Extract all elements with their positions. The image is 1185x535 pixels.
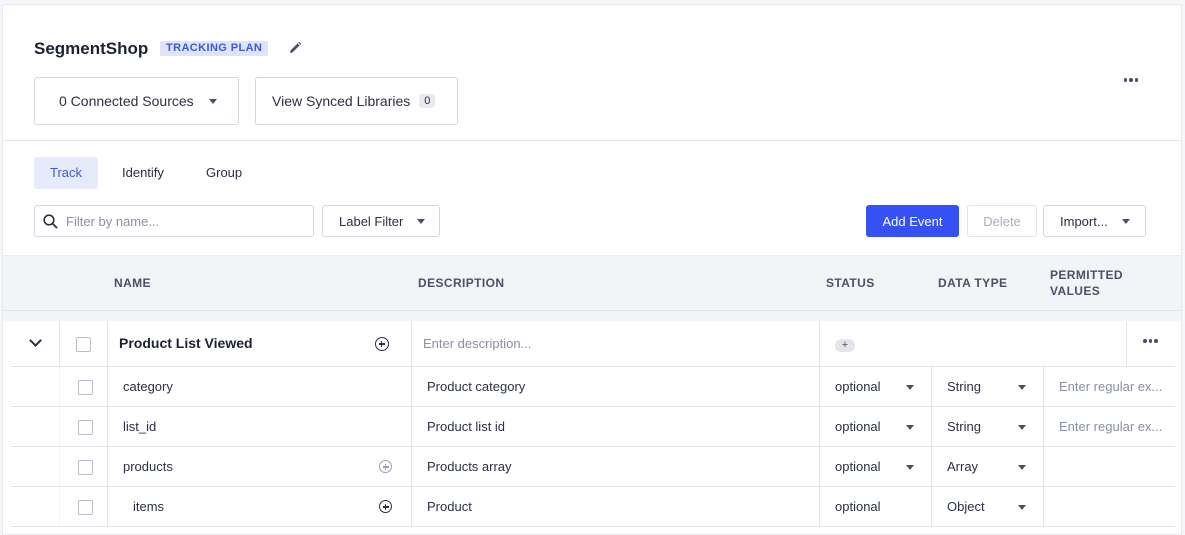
column-data-type: DATA TYPE	[938, 276, 1008, 290]
column-permitted-values-line1: PERMITTED	[1050, 268, 1123, 282]
import-label: Import...	[1060, 213, 1108, 229]
property-row: list_id Product list id optional String …	[11, 407, 1175, 447]
property-checkbox[interactable]	[78, 420, 93, 435]
tracking-plan-badge: TRACKING PLAN	[160, 41, 269, 56]
caret-down-icon	[906, 385, 914, 390]
property-name[interactable]: list_id	[123, 419, 156, 434]
delete-button[interactable]: Delete	[967, 205, 1037, 237]
caret-down-icon	[208, 98, 217, 104]
more-options-icon[interactable]	[1122, 74, 1140, 86]
event-row[interactable]: Product List Viewed Enter description...…	[11, 321, 1175, 367]
property-data-type-select[interactable]: String	[947, 379, 981, 394]
page-header: SegmentShop TRACKING PLAN 0 Connected So…	[3, 5, 1181, 141]
chevron-down-icon[interactable]	[29, 334, 42, 347]
property-name[interactable]: items	[133, 499, 164, 514]
property-description[interactable]: Product list id	[427, 419, 505, 434]
event-name[interactable]: Product List Viewed	[119, 335, 253, 351]
column-status: STATUS	[826, 276, 875, 290]
label-filter-label: Label Filter	[339, 213, 404, 229]
synced-libraries-label: View Synced Libraries	[272, 93, 411, 109]
property-status-select[interactable]: optional	[835, 459, 881, 474]
property-status-select[interactable]: optional	[835, 419, 881, 434]
permitted-values-input[interactable]: Enter regular ex...	[1059, 419, 1162, 434]
property-row: category Product category optional Strin…	[11, 367, 1175, 407]
page-title: SegmentShop	[34, 39, 149, 58]
property-data-type-select[interactable]: Object	[947, 499, 985, 514]
search-icon	[43, 213, 58, 229]
filter-by-name-input[interactable]	[66, 213, 296, 229]
event-checkbox[interactable]	[76, 337, 91, 352]
property-row: products Products array optional Array	[11, 447, 1175, 487]
caret-down-icon	[1018, 425, 1026, 430]
column-description: DESCRIPTION	[418, 276, 505, 290]
caret-down-icon	[1018, 465, 1026, 470]
property-checkbox[interactable]	[78, 500, 93, 515]
property-name[interactable]: products	[123, 459, 173, 474]
table-header: NAME DESCRIPTION STATUS DATA TYPE PERMIT…	[3, 255, 1181, 311]
property-description[interactable]: Products array	[427, 459, 512, 474]
caret-down-icon	[1018, 385, 1026, 390]
filter-search-box	[34, 205, 314, 237]
caret-down-icon	[906, 465, 914, 470]
property-name[interactable]: category	[123, 379, 173, 394]
caret-down-icon	[1018, 505, 1026, 510]
property-description[interactable]: Product category	[427, 379, 525, 394]
caret-down-icon	[417, 218, 426, 224]
add-nested-property-icon[interactable]	[379, 500, 392, 513]
permitted-values-input[interactable]: Enter regular ex...	[1059, 379, 1162, 394]
tab-track[interactable]: Track	[34, 157, 99, 189]
caret-down-icon	[1121, 218, 1130, 224]
pencil-icon[interactable]	[288, 41, 302, 55]
view-synced-libraries-button[interactable]: View Synced Libraries 0	[255, 77, 458, 125]
property-data-type-select[interactable]: Array	[947, 459, 978, 474]
property-status-select[interactable]: optional	[835, 499, 881, 514]
tracking-plan-card: SegmentShop TRACKING PLAN 0 Connected So…	[2, 4, 1182, 535]
table-spacer	[3, 311, 1181, 321]
synced-count-badge: 0	[419, 94, 436, 108]
add-status-button[interactable]: +	[835, 339, 855, 352]
add-event-button[interactable]: Add Event	[866, 205, 959, 237]
row-more-options-icon[interactable]	[1143, 339, 1158, 343]
property-data-type-select[interactable]: String	[947, 419, 981, 434]
property-checkbox[interactable]	[78, 380, 93, 395]
event-description-input[interactable]: Enter description...	[423, 336, 531, 351]
label-filter-dropdown[interactable]: Label Filter	[322, 205, 440, 237]
connected-sources-dropdown[interactable]: 0 Connected Sources	[34, 77, 239, 125]
add-property-icon[interactable]	[375, 337, 389, 351]
column-name[interactable]: NAME	[114, 276, 151, 290]
column-permitted-values-line2: VALUES	[1050, 284, 1101, 298]
property-row: items Product optional Object	[11, 487, 1175, 527]
caret-down-icon	[906, 425, 914, 430]
import-dropdown[interactable]: Import...	[1043, 205, 1146, 237]
add-nested-property-icon[interactable]	[379, 460, 392, 473]
tab-identify[interactable]: Identify	[106, 157, 180, 189]
property-description[interactable]: Product	[427, 499, 472, 514]
connected-sources-label: 0 Connected Sources	[59, 93, 194, 109]
property-status-select[interactable]: optional	[835, 379, 881, 394]
property-checkbox[interactable]	[78, 460, 93, 475]
tab-group[interactable]: Group	[190, 157, 258, 189]
